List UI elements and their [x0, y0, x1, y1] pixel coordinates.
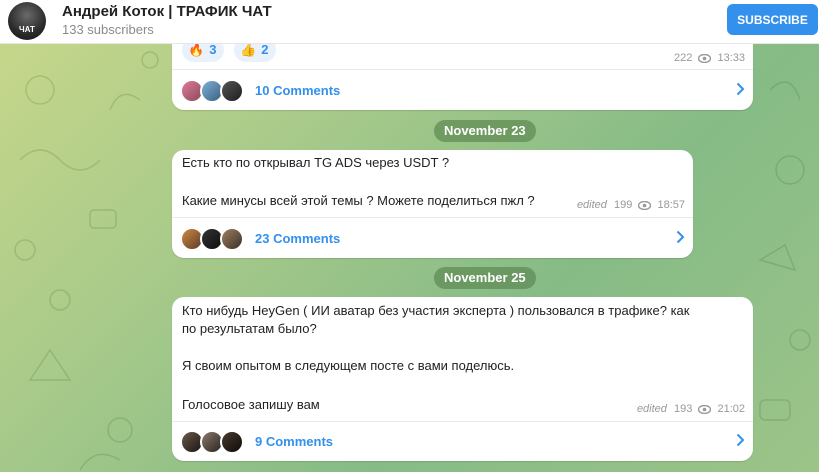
message-text-line: Кто нибудь HeyGen ( ИИ аватар без участи…: [182, 303, 690, 318]
view-count: 193: [673, 403, 693, 415]
date-separator: November 23: [434, 120, 536, 142]
comments-link[interactable]: 10 Comments: [172, 70, 753, 110]
chevron-right-icon: [736, 433, 745, 447]
message-text-line: Голосовое запишу вам: [182, 397, 320, 412]
eye-icon: [638, 201, 652, 210]
fire-emoji-icon: 🔥: [188, 42, 205, 57]
comments-count: 10 Comments: [255, 83, 341, 98]
comments-link[interactable]: 23 Comments: [172, 218, 693, 258]
eye-icon: [698, 54, 712, 63]
channel-avatar[interactable]: ЧАТ: [8, 2, 46, 40]
comments-count: 9 Comments: [255, 434, 334, 449]
message-text-line: Есть кто по открывал TG ADS через USDT ?: [182, 155, 450, 170]
comments-link[interactable]: 9 Comments: [172, 421, 753, 461]
message-text-line: Какие минусы всей этой темы ? Можете под…: [182, 193, 535, 208]
reaction-count: 3: [209, 42, 217, 57]
channel-title[interactable]: Андрей Коток | ТРАФИК ЧАТ: [62, 3, 272, 20]
date-separator: November 25: [434, 267, 536, 289]
commenter-avatar: [220, 430, 244, 454]
message-time: 21:02: [717, 403, 745, 415]
channel-header: ЧАТ Андрей Коток | ТРАФИК ЧАТ 133 subscr…: [0, 0, 819, 44]
avatar-label: ЧАТ: [19, 25, 35, 34]
message-meta: edited 193 21:02: [637, 403, 745, 415]
comments-count: 23 Comments: [255, 231, 341, 246]
message-text-line: по результатам было?: [182, 321, 317, 336]
view-count: 222: [673, 52, 693, 64]
reaction-count: 2: [261, 42, 269, 57]
thumbs-up-emoji-icon: 👍: [240, 42, 257, 57]
message-meta: edited 199 18:57: [577, 199, 685, 211]
message-time: 13:33: [717, 52, 745, 64]
message-meta: 222 13:33: [674, 52, 745, 64]
chevron-right-icon: [676, 230, 685, 244]
subscriber-count: 133 subscribers: [62, 22, 154, 37]
commenter-avatar: [220, 79, 244, 103]
message-time: 18:57: [657, 199, 685, 211]
commenter-avatar: [220, 227, 244, 251]
message-text-line: Я своим опытом в следующем посте с вами …: [182, 358, 515, 373]
chevron-right-icon: [736, 82, 745, 96]
eye-icon: [698, 405, 712, 414]
view-count: 199: [613, 199, 633, 211]
edited-label: edited: [636, 403, 667, 415]
message-bubble: Кто нибудь HeyGen ( ИИ аватар без участи…: [172, 297, 753, 461]
message-bubble: Есть кто по открывал TG ADS через USDT ?…: [172, 150, 693, 258]
subscribe-button[interactable]: SUBSCRIBE: [727, 4, 818, 35]
edited-label: edited: [576, 199, 607, 211]
